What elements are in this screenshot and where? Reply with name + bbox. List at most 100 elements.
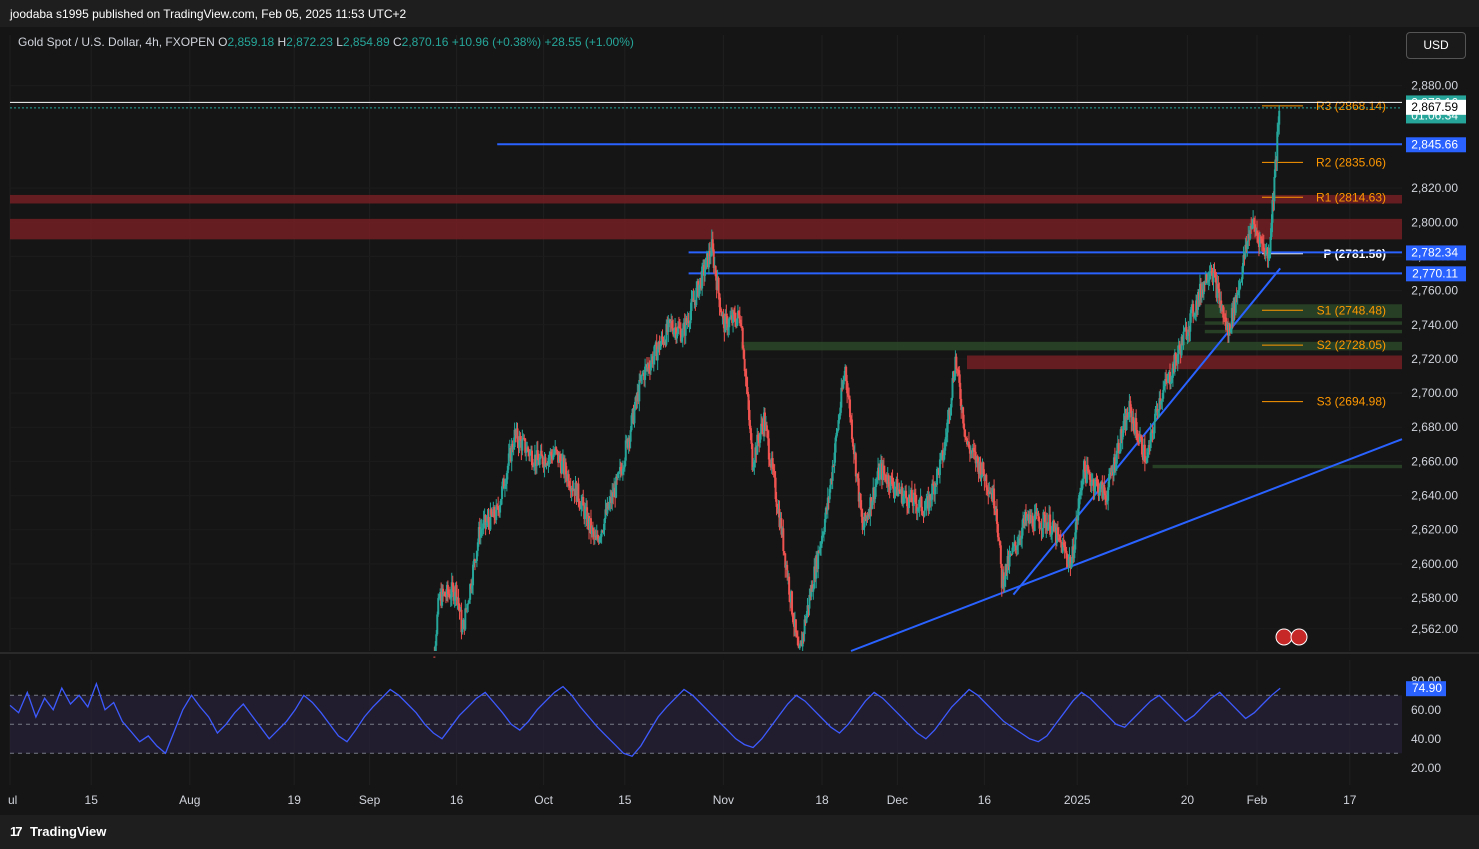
low-value: 2,854.89 [342,35,390,49]
close-label: C [392,35,402,49]
price-axis-label-text: 2,782.34 [1411,245,1458,259]
top-bar: joodaba s1995 published on TradingView.c… [0,0,1479,27]
candle-body [995,508,998,524]
price-axis-label-text: 2,867.59 [1411,100,1458,114]
symbol-name: Gold Spot / U.S. Dollar, 4h, FXOPEN [18,35,215,49]
candle-body [850,419,853,439]
pivot-label: S1 (2748.48) [1317,303,1386,317]
candle-body [883,473,886,475]
candle-body [633,408,636,424]
x-tick-label: ul [8,793,17,807]
candle-body [728,319,731,328]
currency-button[interactable]: USD [1406,32,1466,59]
x-tick-label: Aug [179,793,200,807]
candle-body [1049,514,1052,535]
candle-body [461,628,464,633]
x-tick-label: 18 [815,793,829,807]
x-tick-label: 16 [978,793,992,807]
candle-body [782,528,785,552]
x-tick-label: 17 [1343,793,1357,807]
pivot-label: S2 (2728.05) [1317,338,1386,352]
candle-body [556,449,559,452]
us-flag-event-icon [1275,628,1293,646]
y-tick-label: 2,720.00 [1411,352,1458,366]
zone-support [1152,464,1402,469]
candle-body [437,598,440,615]
x-tick-label: Nov [713,793,734,807]
candle-body [788,576,791,595]
y-tick-label: 2,800.00 [1411,215,1458,229]
tradingview-logo-icon: 17 [10,824,22,839]
x-tick-label: 15 [85,793,99,807]
candle-body [472,564,475,586]
candle-body [1278,110,1281,125]
rsi-value-text: 74.90 [1412,681,1442,695]
x-tick-label: 20 [1181,793,1195,807]
tradingview-brand[interactable]: 17 TradingView [10,824,106,839]
y-tick-label: 2,640.00 [1411,489,1458,503]
bottom-bar: 17 TradingView [0,815,1479,849]
change-value-2: +28.55 (+1.00%) [544,35,634,49]
rsi-tick-label: 40.00 [1411,732,1441,746]
y-tick-label: 2,562.00 [1411,622,1458,636]
y-tick-label: 2,760.00 [1411,284,1458,298]
candle-body [717,277,720,294]
candle-body [955,356,958,370]
candle-body [1059,540,1062,543]
candle-body [629,430,632,442]
x-tick-label: 19 [288,793,302,807]
x-tick-label: Sep [359,793,381,807]
chart-frame[interactable]: ul 15 Aug 19 Sep 16 Oct 15 Nov 18 Dec 16 2025 20 Feb 17… [0,27,1479,815]
symbol-legend[interactable]: Gold Spot / U.S. Dollar, 4h, FXOPEN O2,8… [18,35,634,49]
candle-body [963,423,966,430]
candle-body [638,379,641,402]
pivot-label: R2 (2835.06) [1316,155,1386,169]
y-tick-label: 2,680.00 [1411,420,1458,434]
candle-body [704,269,707,276]
candle-body [436,614,439,635]
candle-body [1122,420,1125,433]
candle-body [817,550,820,570]
candle-body [798,645,801,649]
y-tick-label: 2,700.00 [1411,386,1458,400]
candle-body [653,344,656,357]
candle-body [964,429,967,438]
candle-body [999,545,1002,564]
x-tick-label: 16 [450,793,464,807]
candle-body [1162,389,1165,399]
candle-body [854,453,857,477]
candle-body [1273,177,1276,202]
high-value: 2,872.23 [286,35,333,49]
zone-resistance [10,194,1402,204]
rsi-tick-label: 60.00 [1411,703,1441,717]
price-axis-label-text: 2,845.66 [1411,137,1458,151]
candle-body [433,656,436,658]
x-tick-label: 15 [618,793,632,807]
y-tick-label: 2,580.00 [1411,591,1458,605]
candle-body [1182,331,1185,346]
y-tick-label: 2,600.00 [1411,557,1458,571]
zone-support [1204,329,1402,334]
y-tick-label: 2,740.00 [1411,318,1458,332]
x-tick-label: Dec [887,793,908,807]
candle-body [831,465,834,481]
publish-info: joodaba s1995 published on TradingView.c… [10,7,407,21]
candle-body [923,510,926,517]
x-tick-label: Oct [534,793,553,807]
high-label: H [277,35,287,49]
low-label: L [336,35,343,49]
candle-body [499,504,502,513]
candle-body [467,603,470,605]
zone-resistance [967,355,1402,370]
pivot-label: P (2781.56) [1324,247,1387,261]
open-value: 2,859.18 [227,35,275,49]
y-tick-label: 2,880.00 [1411,79,1458,93]
chart-canvas[interactable]: ul 15 Aug 19 Sep 16 Oct 15 Nov 18 Dec 16 2025 20 Feb 17… [0,27,1479,815]
candle-body [931,483,934,500]
candle-body [521,439,524,451]
change-value: +10.96 (+0.38%) [451,35,542,49]
pivot-label: R1 (2814.63) [1316,190,1386,204]
zone-support [740,341,1402,351]
candle-body [681,328,684,338]
candle-body [750,433,753,444]
